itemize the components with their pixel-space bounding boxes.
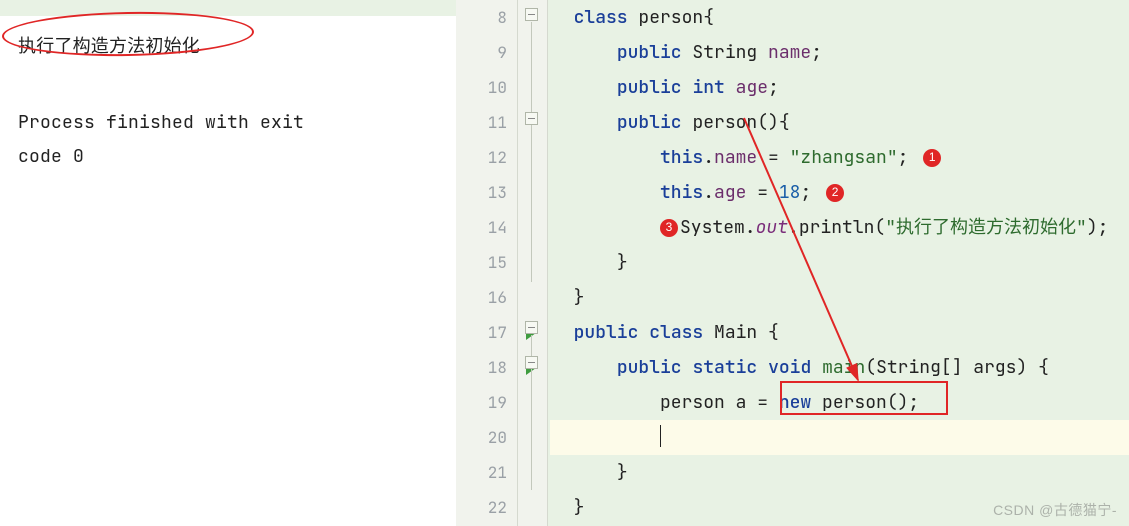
line-number: 14 <box>456 210 517 245</box>
caret <box>660 425 661 447</box>
console-exit-line-1: Process finished with exit <box>18 106 438 140</box>
console-top-strip <box>0 0 456 16</box>
code-line[interactable]: class person{ <box>550 0 1129 35</box>
code-line[interactable]: public person(){ <box>550 105 1129 140</box>
console-output: 执行了构造方法初始化 Process finished with exit co… <box>0 16 456 175</box>
code-line[interactable]: public int age; <box>550 70 1129 105</box>
code-line[interactable]: person a = new person(); <box>550 385 1129 420</box>
line-number: 12 <box>456 140 517 175</box>
line-number: 16 <box>456 280 517 315</box>
code-line[interactable]: } <box>550 245 1129 280</box>
line-number: 21 <box>456 455 517 490</box>
line-number: 13 <box>456 175 517 210</box>
code-line[interactable]: } <box>550 455 1129 490</box>
watermark: CSDN @古德猫宁- <box>993 500 1117 520</box>
code-line[interactable]: this.name = "zhangsan"; 1 <box>550 140 1129 175</box>
fold-toggle-icon[interactable] <box>525 112 538 125</box>
line-number: 22 <box>456 490 517 525</box>
code-line[interactable]: 3System.out.println("执行了构造方法初始化"); <box>550 210 1129 245</box>
line-number: 15 <box>456 245 517 280</box>
root: 执行了构造方法初始化 Process finished with exit co… <box>0 0 1129 526</box>
code-line[interactable]: } <box>550 280 1129 315</box>
annotation-badge-3: 3 <box>660 219 678 237</box>
line-number: 20 <box>456 420 517 455</box>
line-number: 9 <box>456 35 517 70</box>
fold-toggle-icon[interactable] <box>525 356 538 369</box>
line-number: 10 <box>456 70 517 105</box>
annotation-badge-1: 1 <box>923 149 941 167</box>
code-area[interactable]: class person{ public String name; public… <box>548 0 1129 526</box>
code-line[interactable]: public String name; <box>550 35 1129 70</box>
code-line[interactable]: public class Main { <box>550 315 1129 350</box>
annotation-badge-2: 2 <box>826 184 844 202</box>
code-line[interactable]: this.age = 18; 2 <box>550 175 1129 210</box>
console-pane: 执行了构造方法初始化 Process finished with exit co… <box>0 0 456 526</box>
code-line[interactable]: public static void main(String[] args) { <box>550 350 1129 385</box>
console-exit-line-2: code 0 <box>18 140 438 174</box>
console-stdout-line: 执行了构造方法初始化 <box>18 30 438 64</box>
line-number: 19 <box>456 385 517 420</box>
gutter-marks <box>518 0 548 526</box>
gutter-line-numbers: 8 9 10 11 12 13 14 15 16 17 18 19 20 21 … <box>456 0 518 526</box>
fold-toggle-icon[interactable] <box>525 321 538 334</box>
code-line-current[interactable] <box>550 420 1129 455</box>
line-number: 11 <box>456 105 517 140</box>
fold-toggle-icon[interactable] <box>525 8 538 21</box>
line-number: 17 <box>456 315 517 350</box>
fold-guide <box>531 22 532 282</box>
line-number: 8 <box>456 0 517 35</box>
line-number: 18 <box>456 350 517 385</box>
editor-pane[interactable]: 8 9 10 11 12 13 14 15 16 17 18 19 20 21 … <box>456 0 1129 526</box>
